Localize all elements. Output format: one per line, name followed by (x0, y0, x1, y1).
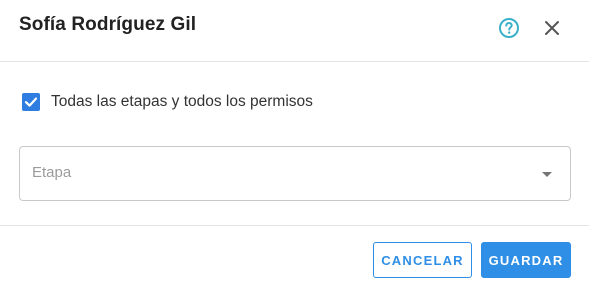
all-stages-checkbox[interactable] (22, 93, 40, 111)
help-circle-icon (499, 18, 519, 38)
dialog-footer: CANCELAR GUARDAR (0, 225, 589, 289)
all-stages-option[interactable]: Todas las etapas y todos los permisos (22, 92, 313, 112)
close-button[interactable] (542, 18, 562, 38)
stage-select-placeholder: Etapa (32, 164, 72, 181)
dialog-title: Sofía Rodríguez Gil (19, 14, 197, 35)
help-button[interactable] (498, 17, 520, 39)
cancel-button[interactable]: CANCELAR (373, 242, 472, 278)
stage-select[interactable]: Etapa (19, 146, 571, 201)
close-icon (545, 21, 559, 35)
user-permissions-dialog: Sofía Rodríguez Gil Todas las etapas y t… (0, 0, 589, 289)
dialog-body: Todas las etapas y todos los permisos Et… (0, 62, 589, 225)
save-button[interactable]: GUARDAR (481, 242, 571, 278)
dropdown-arrow-icon (542, 172, 552, 177)
all-stages-label: Todas las etapas y todos los permisos (51, 93, 313, 110)
check-icon (24, 97, 38, 107)
dialog-header: Sofía Rodríguez Gil (0, 0, 589, 62)
